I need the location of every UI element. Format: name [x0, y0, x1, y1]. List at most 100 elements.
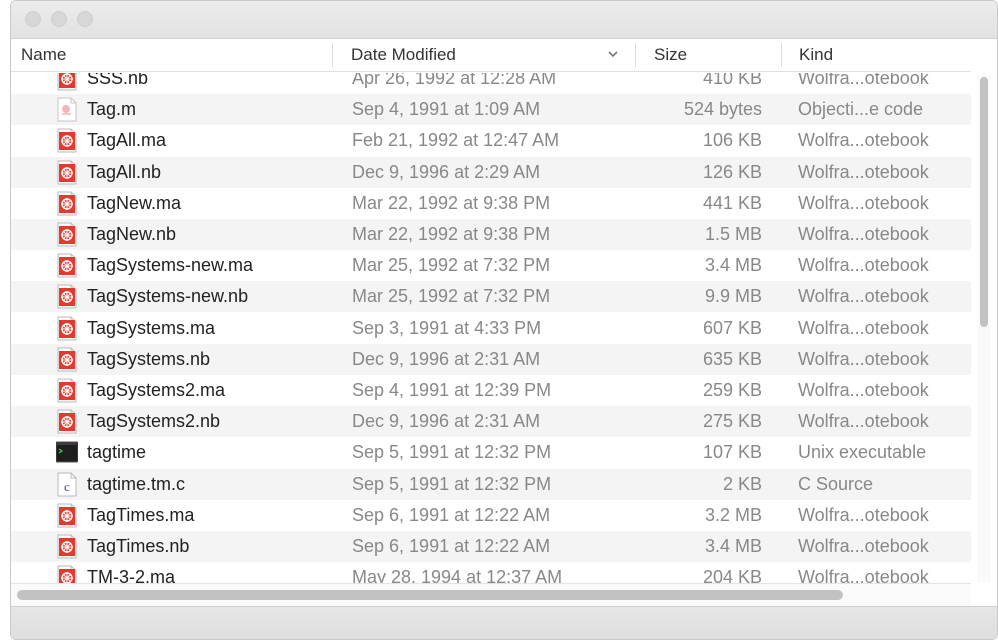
file-name: TagAll.nb: [87, 161, 162, 182]
file-name: TagAll.ma: [87, 130, 167, 151]
file-kind: Objecti...e code: [798, 99, 924, 120]
column-header-date-modified[interactable]: Date Modified: [351, 39, 456, 71]
file-row[interactable]: c tagtime.tm.c Sep 5, 1991 at 12:32 PM 2 KB…: [11, 468, 971, 500]
file-name: SSS.nb: [87, 73, 149, 88]
file-name: Tag.m: [87, 99, 137, 120]
file-size: 3.2 MB: [704, 504, 762, 525]
file-kind: Wolfra...otebook: [798, 317, 929, 338]
file-row[interactable]: TagNew.ma Mar 22, 1992 at 9:38 PM 441 KB Wo…: [11, 188, 971, 219]
close-window-button[interactable]: [25, 11, 41, 27]
file-row[interactable]: TagNew.nb Mar 22, 1992 at 9:38 PM 1.5 MB Wo…: [11, 219, 971, 250]
file-kind: Wolfra...otebook: [798, 380, 929, 400]
file-row[interactable]: TagSystems.ma Sep 3, 1991 at 4:33 PM 607 K…: [11, 313, 971, 344]
file-row[interactable]: TagAll.ma Feb 21, 1992 at 12:47 AM 106 KB W…: [11, 125, 971, 156]
file-row[interactable]: TagSystems2.nb Dec 9, 1996 at 2:31 AM 275 …: [11, 406, 971, 438]
file-date-modified: Mar 25, 1992 at 7:32 PM: [352, 255, 551, 276]
file-row[interactable]: TagSystems2.ma Sep 4, 1991 at 12:39 PM 259…: [11, 375, 971, 406]
vertical-scroll-thumb[interactable]: [980, 77, 988, 327]
file-kind: Wolfra...otebook: [798, 130, 929, 151]
file-date-modified: Mar 22, 1992 at 9:38 PM: [352, 224, 551, 244]
file-date-modified: Mar 25, 1992 at 7:32 PM: [352, 286, 551, 307]
file-row[interactable]: TagSystems-new.ma Mar 25, 1992 at 7:32 PM…: [11, 250, 971, 281]
file-size: 1.5 MB: [704, 224, 762, 244]
file-kind: Wolfra...otebook: [798, 567, 929, 583]
file-date-modified: Sep 6, 1991 at 12:22 AM: [352, 536, 551, 556]
column-divider[interactable]: [781, 43, 782, 67]
finder-window: Name Date Modified Size Kind SSS.nb Apr 2…: [10, 0, 998, 640]
zoom-window-button[interactable]: [77, 11, 93, 27]
file-kind: Wolfra...otebook: [798, 255, 929, 276]
file-row[interactable]: SSS.nb Apr 26, 1992 at 12:28 AM 410 KB Wolf…: [11, 73, 971, 94]
file-kind: Wolfra...otebook: [798, 504, 929, 525]
file-date-modified: Sep 4, 1991 at 12:39 PM: [352, 380, 552, 400]
minimize-window-button[interactable]: [51, 11, 67, 27]
file-size: 607 KB: [702, 317, 762, 338]
file-name: TagNew.nb: [87, 224, 177, 244]
file-date-modified: Sep 5, 1991 at 12:32 PM: [352, 442, 552, 463]
file-row[interactable]: TM-3-2.ma May 28, 1994 at 12:37 AM 204 KB W…: [11, 562, 971, 583]
file-date-modified: Sep 5, 1991 at 12:32 PM: [352, 473, 552, 494]
horizontal-scrollbar[interactable]: [11, 583, 971, 606]
file-name: tagtime: [87, 442, 147, 463]
file-name: tagtime.tm.c: [87, 473, 186, 494]
file-size: 107 KB: [702, 442, 762, 463]
file-name: TagTimes.nb: [87, 536, 190, 556]
file-row[interactable]: TagTimes.ma Sep 6, 1991 at 12:22 AM 3.2 MB…: [11, 500, 971, 531]
file-date-modified: May 28, 1994 at 12:37 AM: [352, 567, 563, 583]
file-name: TagNew.ma: [87, 192, 182, 213]
file-kind: Wolfra...otebook: [798, 411, 929, 432]
file-size: 259 KB: [702, 380, 762, 400]
file-name: TagSystems2.ma: [87, 380, 226, 400]
file-date-modified: Sep 3, 1991 at 4:33 PM: [352, 317, 542, 338]
file-size: 3.4 MB: [704, 255, 762, 276]
file-size: 2 KB: [722, 473, 762, 494]
column-header-kind[interactable]: Kind: [799, 39, 833, 71]
file-name: TagSystems.ma: [87, 317, 216, 338]
file-row[interactable]: TagAll.nb Dec 9, 1996 at 2:29 AM 126 KB Wol…: [11, 156, 971, 188]
file-kind: Wolfra...otebook: [798, 161, 929, 182]
svg-text:c: c: [64, 479, 70, 494]
file-list: SSS.nb Apr 26, 1992 at 12:28 AM 410 KB Wolf…: [11, 73, 971, 583]
title-bar: [11, 1, 997, 39]
file-date-modified: Apr 26, 1992 at 12:28 AM: [352, 73, 557, 88]
file-kind: Wolfra...otebook: [798, 224, 929, 244]
file-date-modified: Feb 21, 1992 at 12:47 AM: [352, 130, 560, 151]
file-name: TagSystems.nb: [87, 348, 211, 369]
file-name: TagTimes.ma: [87, 504, 195, 525]
file-name: TagSystems-new.ma: [87, 255, 254, 276]
file-size: 126 KB: [702, 161, 762, 182]
file-kind: Wolfra...otebook: [798, 536, 929, 556]
file-row[interactable]: TagSystems.nb Dec 9, 1996 at 2:31 AM 635 K…: [11, 343, 971, 375]
column-header-name[interactable]: Name: [21, 39, 66, 71]
file-kind: Wolfra...otebook: [798, 73, 929, 88]
file-date-modified: Dec 9, 1996 at 2:29 AM: [352, 161, 541, 182]
file-size: 275 KB: [702, 411, 762, 432]
column-divider[interactable]: [635, 43, 636, 67]
column-header: Name Date Modified Size Kind: [11, 39, 971, 72]
file-row[interactable]: tagtime Sep 5, 1991 at 12:32 PM 107 KB Unix…: [11, 437, 971, 468]
file-row[interactable]: TagTimes.nb Sep 6, 1991 at 12:22 AM 3.4 MB…: [11, 531, 971, 562]
file-date-modified: Sep 4, 1991 at 1:09 AM: [352, 99, 541, 120]
file-size: 106 KB: [702, 130, 762, 151]
file-name: TagSystems2.nb: [87, 411, 221, 432]
file-size: 3.4 MB: [704, 536, 762, 556]
vertical-scrollbar[interactable]: [977, 73, 991, 583]
file-date-modified: Dec 9, 1996 at 2:31 AM: [352, 348, 541, 369]
file-size: 410 KB: [702, 73, 762, 88]
file-name: TagSystems-new.nb: [87, 286, 249, 307]
file-kind: Wolfra...otebook: [798, 348, 929, 369]
file-kind: Wolfra...otebook: [798, 286, 929, 307]
file-size: 441 KB: [702, 192, 762, 213]
file-name: TM-3-2.ma: [87, 567, 176, 583]
file-row[interactable]: Tag.m Sep 4, 1991 at 1:09 AM 524 bytes Obje…: [11, 94, 971, 126]
chevron-down-icon[interactable]: [606, 47, 620, 61]
column-header-size[interactable]: Size: [654, 39, 687, 71]
file-size: 204 KB: [702, 567, 762, 583]
file-row[interactable]: TagSystems-new.nb Mar 25, 1992 at 7:32 PM…: [11, 281, 971, 313]
file-date-modified: Mar 22, 1992 at 9:38 PM: [352, 192, 551, 213]
file-size: 524 bytes: [683, 99, 762, 120]
horizontal-scroll-thumb[interactable]: [17, 590, 843, 600]
file-size: 9.9 MB: [704, 286, 762, 307]
file-date-modified: Dec 9, 1996 at 2:31 AM: [352, 411, 541, 432]
column-divider[interactable]: [332, 43, 333, 67]
